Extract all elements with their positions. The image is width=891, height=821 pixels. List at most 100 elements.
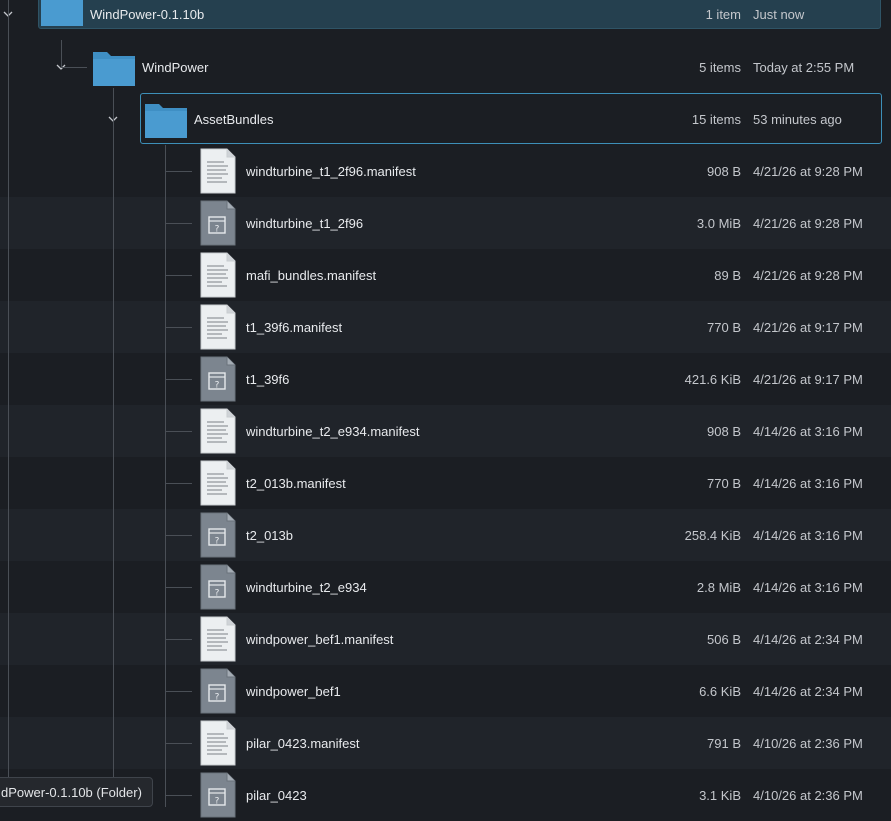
unknown-file-icon: ? xyxy=(200,772,236,818)
file-size: 2.8 MiB xyxy=(696,580,741,595)
modified-date: Just now xyxy=(753,7,805,22)
modified-date: 4/21/26 at 9:28 PM xyxy=(753,268,863,283)
tree-guide-line xyxy=(166,691,192,692)
file-row[interactable]: t2_013b.manifest 770 B 4/14/26 at 3:16 PM xyxy=(0,457,891,509)
file-row[interactable]: ? windpower_bef1 6.6 KiB 4/14/26 at 2:34 PM xyxy=(0,665,891,717)
file-size: 791 B xyxy=(707,736,741,751)
file-size: 506 B xyxy=(707,632,741,647)
tree-guide-line xyxy=(165,145,166,807)
tree-guide-line xyxy=(166,639,192,640)
text-document-icon xyxy=(200,304,236,350)
file-row[interactable]: windturbine_t2_e934.manifest 908 B 4/14/26… xyxy=(0,405,891,457)
tree-guide-line xyxy=(166,327,192,328)
file-name: windturbine_t1_2f96 xyxy=(246,216,364,231)
file-row[interactable]: ? windturbine_t1_2f96 3.0 MiB 4/21/26 at 9:… xyxy=(0,197,891,249)
text-document-icon xyxy=(200,720,236,766)
file-size: 908 B xyxy=(707,164,741,179)
svg-text:?: ? xyxy=(215,537,220,547)
file-row[interactable]: ? t2_013b 258.4 KiB 4/14/26 at 3:16 PM xyxy=(0,509,891,561)
item-count: 1 item xyxy=(705,7,741,22)
unknown-file-icon: ? xyxy=(200,200,236,246)
file-name: windturbine_t1_2f96.manifest xyxy=(246,164,416,179)
file-name: windpower_bef1.manifest xyxy=(246,632,394,647)
file-name: t1_39f6.manifest xyxy=(246,320,343,335)
folder-name: WindPower-0.1.10b xyxy=(90,7,205,22)
tree-guide-line xyxy=(166,431,192,432)
unknown-file-icon: ? xyxy=(200,356,236,402)
chevron-down-icon[interactable] xyxy=(107,113,121,127)
file-row[interactable]: pilar_0423.manifest 791 B 4/10/26 at 2:36 … xyxy=(0,717,891,769)
tree-guide-line xyxy=(166,379,192,380)
modified-date: 4/10/26 at 2:36 PM xyxy=(753,736,863,751)
folder-icon xyxy=(40,0,84,28)
unknown-file-icon: ? xyxy=(200,512,236,558)
modified-date: 4/14/26 at 3:16 PM xyxy=(753,528,863,543)
chevron-down-icon[interactable] xyxy=(55,61,69,75)
tree-guide-line xyxy=(8,0,9,807)
file-row[interactable]: mafi_bundles.manifest 89 B 4/21/26 at 9:28… xyxy=(0,249,891,301)
file-row[interactable]: ? windturbine_t2_e934 2.8 MiB 4/14/26 at 3:… xyxy=(0,561,891,613)
file-size: 89 B xyxy=(714,268,741,283)
file-size: 770 B xyxy=(707,476,741,491)
modified-date: 4/21/26 at 9:17 PM xyxy=(753,372,863,387)
tree-row-folder-windpower[interactable]: WindPower 5 items Today at 2:55 PM xyxy=(0,41,891,93)
file-name: pilar_0423 xyxy=(246,788,307,803)
file-size: 908 B xyxy=(707,424,741,439)
tree-guide-line xyxy=(166,171,192,172)
folder-name: AssetBundles xyxy=(194,112,274,127)
svg-text:?: ? xyxy=(215,797,220,807)
modified-date: 4/14/26 at 2:34 PM xyxy=(753,684,863,699)
file-name: windturbine_t2_e934 xyxy=(246,580,367,595)
file-row[interactable]: t1_39f6.manifest 770 B 4/21/26 at 9:17 PM xyxy=(0,301,891,353)
file-size: 6.6 KiB xyxy=(699,684,741,699)
tree-row-folder-windpower-root[interactable]: WindPower-0.1.10b 1 item Just now xyxy=(0,0,891,42)
tree-guide-line xyxy=(166,223,192,224)
file-name: pilar_0423.manifest xyxy=(246,736,360,751)
folder-icon xyxy=(92,46,136,88)
modified-date: 4/14/26 at 3:16 PM xyxy=(753,580,863,595)
file-size: 258.4 KiB xyxy=(684,528,741,543)
modified-date: 4/14/26 at 3:16 PM xyxy=(753,424,863,439)
modified-date: 4/21/26 at 9:28 PM xyxy=(753,164,863,179)
tree-guide-line xyxy=(166,483,192,484)
file-row[interactable]: windturbine_t1_2f96.manifest 908 B 4/21/26… xyxy=(0,145,891,197)
file-tree-view: WindPower-0.1.10b 1 item Just now WindPo… xyxy=(0,0,891,818)
svg-text:?: ? xyxy=(215,225,220,235)
file-size: 3.1 KiB xyxy=(699,788,741,803)
svg-text:?: ? xyxy=(215,381,220,391)
file-name: t1_39f6 xyxy=(246,372,290,387)
tooltip: dPower-0.1.10b (Folder) xyxy=(0,777,153,807)
svg-text:?: ? xyxy=(215,693,220,703)
file-size: 770 B xyxy=(707,320,741,335)
file-name: mafi_bundles.manifest xyxy=(246,268,377,283)
file-row[interactable]: windpower_bef1.manifest 506 B 4/14/26 at 2… xyxy=(0,613,891,665)
svg-text:?: ? xyxy=(215,589,220,599)
file-name: t2_013b xyxy=(246,528,293,543)
unknown-file-icon: ? xyxy=(200,564,236,610)
file-name: windpower_bef1 xyxy=(246,684,341,699)
text-document-icon xyxy=(200,616,236,662)
text-document-icon xyxy=(200,252,236,298)
tree-guide-line xyxy=(166,795,192,796)
item-count: 15 items xyxy=(691,112,741,127)
unknown-file-icon: ? xyxy=(200,668,236,714)
tree-guide-line xyxy=(61,67,87,68)
modified-date: 4/14/26 at 3:16 PM xyxy=(753,476,863,491)
file-name: t2_013b.manifest xyxy=(246,476,346,491)
text-document-icon xyxy=(200,148,236,194)
text-document-icon xyxy=(200,408,236,454)
modified-date: Today at 2:55 PM xyxy=(753,60,855,75)
tree-row-folder-assetbundles[interactable]: AssetBundles 15 items 53 minutes ago xyxy=(0,93,891,145)
file-row[interactable]: ? t1_39f6 421.6 KiB 4/21/26 at 9:17 PM xyxy=(0,353,891,405)
chevron-down-icon[interactable] xyxy=(2,8,16,22)
folder-name: WindPower xyxy=(142,60,209,75)
file-name: windturbine_t2_e934.manifest xyxy=(246,424,420,439)
text-document-icon xyxy=(200,460,236,506)
tree-guide-line xyxy=(166,587,192,588)
folder-icon xyxy=(144,98,188,140)
modified-date: 53 minutes ago xyxy=(753,112,842,127)
modified-date: 4/14/26 at 2:34 PM xyxy=(753,632,863,647)
modified-date: 4/10/26 at 2:36 PM xyxy=(753,788,863,803)
tree-guide-line xyxy=(166,535,192,536)
modified-date: 4/21/26 at 9:17 PM xyxy=(753,320,863,335)
